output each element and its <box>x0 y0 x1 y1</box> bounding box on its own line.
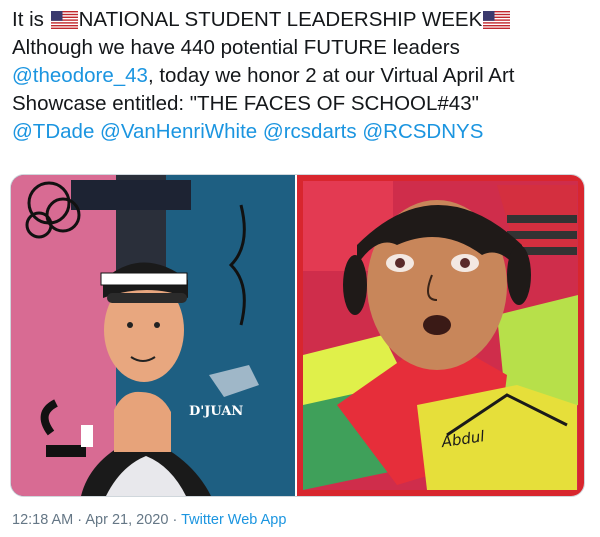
tweet-headline: NATIONAL STUDENT LEADERSHIP WEEK <box>78 8 483 31</box>
meta-separator: · <box>172 512 178 528</box>
tweet-time[interactable]: 12:18 AM <box>12 512 73 528</box>
tweet-line-4: Showcase entitled: "THE FACES OF SCHOOL#… <box>12 92 479 115</box>
tweet-media: D'JUAN Abdul <box>10 174 585 497</box>
us-flag-icon <box>483 11 511 29</box>
tweet-meta: 12:18 AM · Apr 21, 2020 · Twitter Web Ap… <box>12 512 286 528</box>
artwork-caption-djuan: D'JUAN <box>189 404 243 419</box>
tweet-line-3-text: , today we honor 2 at our Virtual April … <box>147 64 515 87</box>
tweet-line-2: Although we have 440 potential FUTURE le… <box>12 36 460 59</box>
tweet-line-3: @theodore_43, today we honor 2 at our Vi… <box>12 62 592 90</box>
artwork-djuan[interactable]: D'JUAN <box>11 175 295 496</box>
us-flag-icon <box>50 11 78 29</box>
mention-link-vanhenriwhite[interactable]: @VanHenriWhite <box>100 120 257 143</box>
tweet-date[interactable]: Apr 21, 2020 <box>85 512 168 528</box>
mention-link-theodore[interactable]: @theodore_43 <box>12 64 148 87</box>
tweet-text-intro: It is <box>12 8 44 31</box>
tweet-text: It is NATIONAL STUDENT LEADERSHIP WEEK A… <box>12 6 592 146</box>
mention-link-rcsdarts[interactable]: @rcsdarts <box>263 120 357 143</box>
tweet-mentions: @TDade @VanHenriWhite @rcsdarts @RCSDNYS <box>12 118 592 146</box>
artwork-abdul[interactable]: Abdul <box>297 175 584 496</box>
meta-separator: · <box>77 512 83 528</box>
mention-link-rcsdnys[interactable]: @RCSDNYS <box>362 120 483 143</box>
tweet-source-link[interactable]: Twitter Web App <box>181 512 286 528</box>
mention-link-tdade[interactable]: @TDade <box>12 120 94 143</box>
tweet-line-1: It is NATIONAL STUDENT LEADERSHIP WEEK <box>12 6 592 34</box>
